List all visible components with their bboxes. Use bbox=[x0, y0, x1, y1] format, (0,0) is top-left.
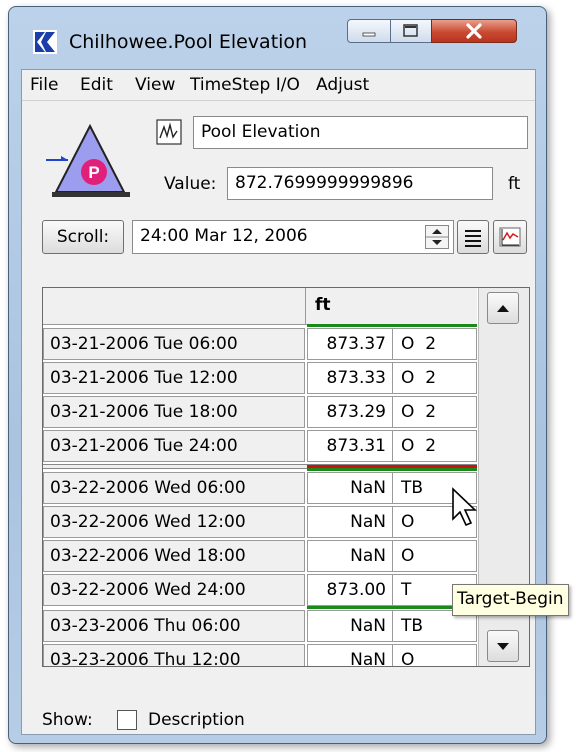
maximize-button[interactable] bbox=[390, 19, 432, 43]
green-marker-line bbox=[307, 468, 477, 471]
row-value[interactable]: NaN bbox=[307, 610, 393, 642]
row-datetime: 03-23-2006 Thu 12:00 bbox=[43, 644, 305, 666]
row-datetime: 03-22-2006 Wed 24:00 bbox=[43, 574, 305, 606]
close-button[interactable] bbox=[431, 19, 517, 43]
row-value[interactable]: 873.33 bbox=[307, 362, 393, 394]
description-checkbox[interactable] bbox=[117, 710, 137, 730]
row-flag: O bbox=[393, 540, 477, 572]
list-icon bbox=[465, 230, 481, 247]
row-value[interactable]: 873.29 bbox=[307, 396, 393, 428]
scroll-datetime-field[interactable]: 24:00 Mar 12, 2006 bbox=[132, 220, 454, 254]
window-title: Chilhowee.Pool Elevation bbox=[69, 31, 308, 53]
row-flag: O 2 bbox=[393, 430, 477, 462]
minimize-icon bbox=[362, 32, 376, 37]
row-value[interactable]: 873.31 bbox=[307, 430, 393, 462]
spinner-arrows-icon bbox=[425, 225, 449, 249]
row-flag: O 2 bbox=[393, 396, 477, 428]
row-value[interactable]: NaN bbox=[307, 506, 393, 538]
units-label: ft bbox=[508, 174, 521, 194]
plot-button[interactable] bbox=[493, 220, 527, 254]
scroll-button[interactable]: Scroll: bbox=[42, 220, 124, 254]
row-value[interactable]: NaN bbox=[307, 540, 393, 572]
column-header-units[interactable]: ft bbox=[315, 295, 331, 315]
maximize-icon bbox=[403, 24, 418, 37]
arrow-down-icon bbox=[497, 643, 509, 650]
row-flag: O 2 bbox=[393, 328, 477, 360]
datetime-spinner[interactable] bbox=[425, 225, 449, 249]
row-datetime: 03-22-2006 Wed 06:00 bbox=[43, 472, 305, 504]
table-view-button[interactable] bbox=[457, 220, 489, 254]
scroll-down-button[interactable] bbox=[487, 630, 519, 662]
dialog-body: File Edit View TimeStep I/O Adjust P Poo… bbox=[21, 69, 536, 735]
close-icon bbox=[466, 23, 482, 39]
value-label: Value: bbox=[164, 174, 217, 194]
menu-timestep-io[interactable]: TimeStep I/O bbox=[190, 75, 300, 95]
minimize-button[interactable] bbox=[347, 19, 391, 43]
mouse-cursor-icon bbox=[452, 487, 477, 527]
row-datetime: 03-23-2006 Thu 06:00 bbox=[43, 610, 305, 642]
value-field[interactable]: 872.7699999999896 bbox=[227, 167, 493, 200]
timeseries-slot-icon bbox=[156, 119, 182, 145]
menu-bar: File Edit View TimeStep I/O Adjust bbox=[22, 70, 535, 101]
app-window: Chilhowee.Pool Elevation File Edit View … bbox=[8, 6, 547, 744]
row-datetime: 03-21-2006 Tue 24:00 bbox=[43, 430, 305, 462]
scroll-up-button[interactable] bbox=[487, 292, 519, 324]
row-datetime: 03-22-2006 Wed 12:00 bbox=[43, 506, 305, 538]
title-bar[interactable]: Chilhowee.Pool Elevation bbox=[9, 7, 546, 63]
row-datetime: 03-22-2006 Wed 18:00 bbox=[43, 540, 305, 572]
reservoir-object-icon: P bbox=[46, 123, 130, 197]
header-corner bbox=[43, 288, 306, 324]
menu-file[interactable]: File bbox=[30, 75, 58, 95]
description-label[interactable]: Description bbox=[148, 710, 245, 730]
table-header-row: ft bbox=[43, 288, 477, 325]
row-value[interactable]: NaN bbox=[307, 472, 393, 504]
row-datetime: 03-21-2006 Tue 18:00 bbox=[43, 396, 305, 428]
row-datetime: 03-21-2006 Tue 06:00 bbox=[43, 328, 305, 360]
row-datetime: 03-21-2006 Tue 12:00 bbox=[43, 362, 305, 394]
menu-edit[interactable]: Edit bbox=[80, 75, 113, 95]
menu-view[interactable]: View bbox=[135, 75, 175, 95]
slot-name-field[interactable]: Pool Elevation bbox=[193, 116, 528, 149]
row-value[interactable]: 873.00 bbox=[307, 574, 393, 606]
green-marker-line bbox=[307, 324, 477, 327]
plot-icon bbox=[499, 227, 521, 247]
row-value[interactable]: NaN bbox=[307, 644, 393, 666]
row-flag: O 2 bbox=[393, 362, 477, 394]
arrow-up-icon bbox=[497, 305, 509, 312]
show-label: Show: bbox=[42, 710, 93, 730]
row-value[interactable]: 873.37 bbox=[307, 328, 393, 360]
riverware-logo-icon bbox=[33, 30, 57, 54]
tooltip: Target-Begin bbox=[452, 584, 569, 616]
menu-adjust[interactable]: Adjust bbox=[316, 75, 369, 95]
row-flag: O bbox=[393, 644, 477, 666]
svg-text:P: P bbox=[88, 163, 99, 182]
